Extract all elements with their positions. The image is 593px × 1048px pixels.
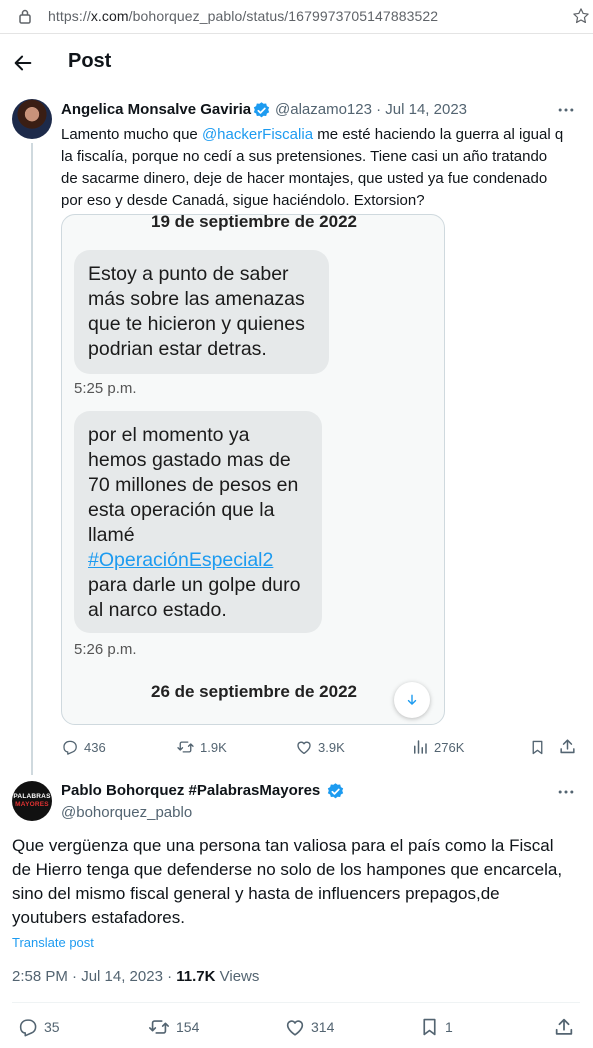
bookmark-icon[interactable] [529,738,546,757]
arrow-down-icon [405,693,419,707]
reply-count: 35 [44,1019,60,1035]
scroll-down-button [394,682,430,718]
post-metadata: 2:58 PM · Jul 14, 2023 · 11.7K Views [12,968,259,985]
like-button[interactable]: 3.9K [295,738,345,756]
chat-bubble: Estoy a punto de saber más sobre las ame… [74,250,329,374]
avatar-logo-text: MAYORES [15,801,49,808]
bookmark-button[interactable]: 1 [419,1016,453,1038]
bookmark-count: 1 [445,1019,453,1035]
author-name[interactable]: Angelica Monsalve Gaviria [61,101,251,118]
bookmark-icon [419,1016,440,1038]
views-button[interactable]: 276K [411,738,464,756]
tweet-text: Lamento mucho que @hackerFiscalia me est… [61,124,581,212]
divider [12,1002,580,1003]
views-count: 11.7K [176,968,216,985]
page-title: Post [68,50,112,72]
repost-icon [176,738,195,756]
avatar-logo-text: PALABRAS [13,793,51,800]
verified-badge-icon[interactable] [252,101,271,120]
avatar[interactable] [12,99,52,139]
author-handle[interactable]: @bohorquez_pablo [61,804,192,821]
lock-icon[interactable] [18,8,32,24]
repost-count: 1.9K [200,739,227,755]
tweet-text: Que vergüenza que una persona tan valios… [12,836,563,927]
avatar[interactable]: PALABRAS MAYORES [12,781,52,821]
like-count: 314 [311,1019,335,1035]
mention-link[interactable]: @hackerFiscalia [202,126,313,143]
url-text[interactable]: https://x.com/bohorquez_pablo/status/167… [48,8,438,24]
thread-connector-line [31,143,33,775]
views-count: 276K [434,739,465,755]
url-path: /bohorquez_pablo/status/1679973705147883… [128,8,439,24]
like-count: 3.9K [318,739,345,755]
views-icon [411,738,429,756]
tweet-media-image[interactable]: 19 de septiembre de 2022 Estoy a punto d… [61,214,445,725]
like-icon [284,1016,306,1038]
chat-date-top: 19 de septiembre de 2022 [150,214,357,231]
author-handle-date[interactable]: @alazamo123 · Jul 14, 2023 [275,101,467,118]
translate-post-link[interactable]: Translate post [12,935,94,950]
repost-button[interactable]: 1.9K [176,738,227,756]
repost-button[interactable]: 154 [147,1016,199,1038]
chat-bubble: por el momento ya hemos gastado mas de 7… [74,411,322,633]
share-icon[interactable] [553,1016,575,1038]
more-icon[interactable] [556,100,576,120]
url-host: x.com [90,8,129,24]
reply-icon [17,1016,39,1038]
more-icon[interactable] [556,782,576,802]
author-name[interactable]: Pablo Bohorquez #PalabrasMayores [61,782,320,799]
reply-icon [61,738,79,756]
reply-button[interactable]: 35 [17,1016,60,1038]
verified-badge-icon[interactable] [326,782,345,801]
bubble-text-start: por el momento ya hemos gastado mas de 7… [88,424,299,546]
like-icon [295,738,313,756]
post-time-date[interactable]: 2:58 PM · Jul 14, 2023 · [12,968,176,985]
views-label: Views [215,968,260,985]
chat-time: 5:26 p.m. [74,641,137,658]
star-icon[interactable] [572,7,590,25]
chat-time: 5:25 p.m. [74,380,137,397]
back-arrow-icon[interactable] [12,52,34,74]
bubble-hashtag: #OperaciónEspecial2 [88,549,274,571]
share-icon[interactable] [558,737,577,756]
browser-url-bar[interactable]: https://x.com/bohorquez_pablo/status/167… [0,0,593,34]
bubble-text-end: para darle un golpe duro al narco estado… [88,574,301,621]
reply-count: 436 [84,739,106,755]
tweet-text-start: Lamento mucho que [61,126,202,143]
repost-count: 154 [176,1019,200,1035]
url-prefix: https:// [48,8,91,24]
reply-button[interactable]: 436 [61,738,106,756]
repost-icon [147,1016,171,1038]
chat-date-bottom: 26 de septiembre de 2022 [150,682,357,701]
like-button[interactable]: 314 [284,1016,334,1038]
